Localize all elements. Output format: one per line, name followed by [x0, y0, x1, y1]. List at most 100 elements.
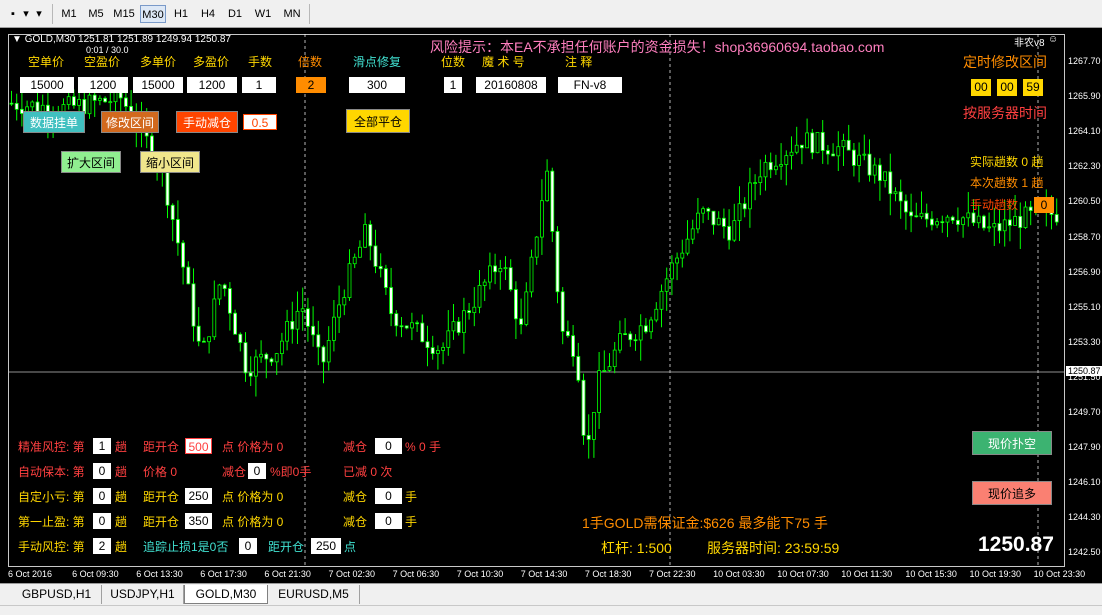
- candle-body: [357, 246, 362, 258]
- candle-body: [727, 226, 731, 241]
- price-tick: 1244.30: [1068, 512, 1101, 523]
- candle-body: [331, 316, 336, 341]
- row-reduce-input[interactable]: 0: [248, 463, 266, 479]
- hour-input[interactable]: 00: [971, 79, 991, 96]
- tf-m30[interactable]: M30: [140, 5, 166, 23]
- row-distance-input[interactable]: 250: [185, 488, 212, 504]
- row-distance-label: 价格 0: [143, 465, 178, 479]
- candle-body: [571, 335, 575, 357]
- tab-gbpusd-h1[interactable]: GBPUSD,H1: [12, 585, 102, 604]
- row-distance-input[interactable]: 500: [185, 438, 212, 454]
- chart-area[interactable]: ▼ GOLD,M30 1251.81 1251.89 1249.94 1250.…: [0, 28, 1102, 583]
- close-all-button[interactable]: 全部平仓: [346, 109, 410, 133]
- smiley-icon: ☺: [1048, 34, 1059, 45]
- minute-input[interactable]: 00: [997, 79, 1017, 96]
- tab-usdjpy-h1[interactable]: USDJPY,H1: [102, 585, 184, 604]
- buy-tp-input[interactable]: 1200: [187, 77, 237, 93]
- candle-body: [311, 325, 316, 336]
- tf-mn[interactable]: MN: [279, 5, 305, 23]
- expand-range-button[interactable]: 扩大区间: [61, 151, 121, 173]
- candle-body: [363, 224, 368, 248]
- candle-body: [316, 334, 321, 348]
- row-distance-input[interactable]: 350: [185, 513, 212, 529]
- row-trip-input[interactable]: 0: [93, 488, 111, 504]
- tf-m15[interactable]: M15: [111, 5, 137, 23]
- tf-m1[interactable]: M1: [57, 5, 81, 23]
- candle-body: [124, 97, 128, 107]
- tab-gold-m30[interactable]: GOLD,M30: [184, 585, 268, 604]
- price-tick: 1264.10: [1068, 126, 1101, 137]
- candle-body: [794, 144, 799, 153]
- actual-trips: 实际趟数 0 趟: [970, 155, 1044, 169]
- candle-body: [971, 212, 976, 224]
- modify-range-button[interactable]: 修改区间: [101, 111, 159, 133]
- crosshair-icon[interactable]: ▪: [6, 5, 20, 23]
- row-trip-unit: 趟: [115, 515, 128, 529]
- row-trailing-input[interactable]: 0: [239, 538, 257, 554]
- comment-input[interactable]: FN-v8: [558, 77, 622, 93]
- data-order-button[interactable]: 数据挂单: [23, 111, 85, 133]
- candle-body: [508, 267, 513, 290]
- candle-body: [373, 245, 378, 267]
- candle-body: [664, 278, 669, 292]
- manual-reduce-input[interactable]: 0.5: [243, 114, 277, 130]
- shrink-range-button[interactable]: 缩小区间: [140, 151, 200, 173]
- candle-body: [872, 164, 877, 176]
- candle-body: [337, 304, 342, 318]
- magic-input[interactable]: 20160808: [476, 77, 546, 93]
- candle-body: [212, 298, 217, 338]
- candle-body: [716, 217, 721, 226]
- header-digits: 位数: [441, 55, 466, 69]
- tab-eurusd-m5[interactable]: EURUSD,M5: [268, 585, 360, 604]
- candle-body: [706, 208, 711, 212]
- status-bar: [0, 605, 1102, 615]
- second-input[interactable]: 59: [1023, 79, 1043, 96]
- ea-label: 非农v8: [1014, 38, 1045, 49]
- candle-body: [1028, 206, 1033, 212]
- tf-h4[interactable]: H4: [196, 5, 220, 23]
- row-reduced-count: 已减 0 次: [343, 465, 393, 479]
- row-distance-input[interactable]: 250: [311, 538, 341, 554]
- digits-input[interactable]: 1: [444, 77, 462, 93]
- sell-tp-input[interactable]: 1200: [78, 77, 128, 93]
- sell-now-button[interactable]: 现价扑空: [972, 431, 1052, 455]
- collapse-arrow-icon[interactable]: ▼: [12, 34, 22, 45]
- row-reduce-input[interactable]: 0: [375, 438, 402, 454]
- candle-body: [274, 353, 279, 363]
- candle-body: [690, 228, 695, 240]
- tf-m5[interactable]: M5: [84, 5, 108, 23]
- tf-h1[interactable]: H1: [169, 5, 193, 23]
- buy-now-button[interactable]: 现价追多: [972, 481, 1052, 505]
- dropdown-arrow-icon[interactable]: ▾: [20, 5, 32, 23]
- manual-trips-input[interactable]: 0: [1034, 197, 1054, 213]
- candle-body: [415, 322, 420, 325]
- row-trip-input[interactable]: 2: [93, 538, 111, 554]
- candle-body: [680, 252, 685, 259]
- sell-price-input[interactable]: 15000: [20, 77, 74, 93]
- price-tick: 1256.90: [1068, 266, 1101, 277]
- row-reduce-input[interactable]: 0: [375, 488, 402, 504]
- candle-body: [763, 161, 768, 178]
- row-trip-input[interactable]: 0: [93, 463, 111, 479]
- row-trip-input[interactable]: 1: [93, 438, 111, 454]
- candle-body: [290, 321, 295, 330]
- tf-d1[interactable]: D1: [223, 5, 247, 23]
- time-tick: 7 Oct 22:30: [649, 569, 696, 579]
- candle-body: [259, 353, 264, 358]
- candle-body: [383, 268, 388, 288]
- time-tick: 10 Oct 07:30: [777, 569, 829, 579]
- buy-price-input[interactable]: 15000: [133, 77, 183, 93]
- candle-body: [92, 94, 97, 101]
- candle-body: [748, 182, 752, 210]
- row-trip-input[interactable]: 0: [93, 513, 111, 529]
- dropdown-arrow-icon[interactable]: ▾: [33, 5, 45, 23]
- multiplier-input[interactable]: 2: [296, 77, 326, 93]
- row-reduce-input[interactable]: 0: [375, 513, 402, 529]
- candle-body: [394, 313, 399, 327]
- lots-input[interactable]: 1: [242, 77, 276, 93]
- tf-w1[interactable]: W1: [251, 5, 275, 23]
- manual-reduce-button[interactable]: 手动减仓: [176, 111, 238, 133]
- candle-body: [670, 262, 674, 280]
- slippage-input[interactable]: 300: [349, 77, 405, 93]
- candle-body: [826, 150, 830, 155]
